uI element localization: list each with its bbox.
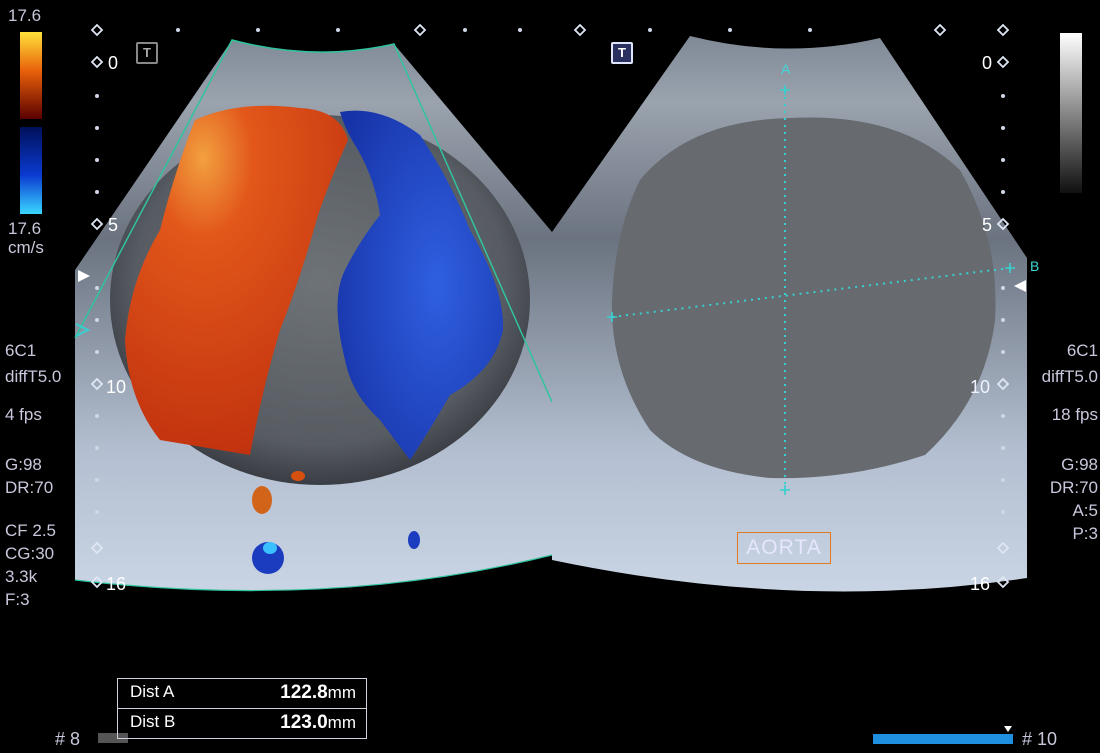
right-fps: 18 fps [1051,405,1098,424]
color-scale-min: 17.6 [8,219,42,238]
right-probe: 6C1 [1066,341,1098,360]
right-p: P:3 [1072,524,1098,543]
caliper-b-label: B [1030,258,1040,274]
left-preset: diffT5.0 [5,367,62,386]
measurement-row-a: Dist A 122.8mm [118,679,366,708]
measurement-b-unit: mm [327,713,356,732]
measurement-a-label: Dist A [130,682,175,701]
left-depth-5: 5 [108,215,119,235]
left-cf: CF 2.5 [5,521,57,540]
caliper-a-label: A [781,61,791,77]
color-scale-positive [20,32,42,119]
measurement-box: Dist A 122.8mm Dist B 123.0mm [117,678,367,739]
left-probe: 6C1 [5,341,37,360]
left-prf: 3.3k [5,567,38,586]
frame-bar-cursor[interactable] [1004,726,1012,732]
right-frame-counter: # 10 [1022,729,1058,749]
color-scale-max: 17.6 [8,6,42,25]
right-depth-0: 0 [982,53,993,73]
frame-bar-right[interactable] [873,734,1013,744]
left-frame-counter: # 8 [55,729,81,749]
color-scale-unit: cm/s [8,238,44,257]
aorta-annotation[interactable]: AORTA [737,532,831,564]
measurement-row-b: Dist B 123.0mm [118,708,366,738]
left-gain: G:98 [5,455,42,474]
aorta-lumen [611,117,996,479]
right-a: A:5 [1072,501,1098,520]
left-filter: F:3 [5,590,30,609]
left-depth-0: 0 [108,53,119,73]
left-depth-16: 16 [106,574,127,594]
measurement-b-label: Dist B [130,712,176,731]
right-preset: diffT5.0 [1041,367,1098,386]
left-cg: CG:30 [5,544,55,563]
ultrasound-image-area [20,23,1082,744]
right-depth-5: 5 [982,215,993,235]
right-depth-16: 16 [970,574,991,594]
left-mode-icon[interactable]: T [136,42,158,64]
measurement-b-value: 123.0 [280,712,328,733]
right-gain: G:98 [1061,455,1098,474]
left-fps: 4 fps [5,405,42,424]
measurement-a-value: 122.8 [280,682,328,703]
left-depth-10: 10 [106,377,127,397]
right-mode-icon[interactable]: T [611,42,633,64]
right-dynamic-range: DR:70 [1049,478,1098,497]
doppler-sector [75,40,552,591]
color-scale-negative [20,127,42,214]
grayscale-bar [1060,33,1082,193]
left-dynamic-range: DR:70 [5,478,54,497]
right-depth-10: 10 [970,377,991,397]
measurement-a-unit: mm [327,683,356,702]
